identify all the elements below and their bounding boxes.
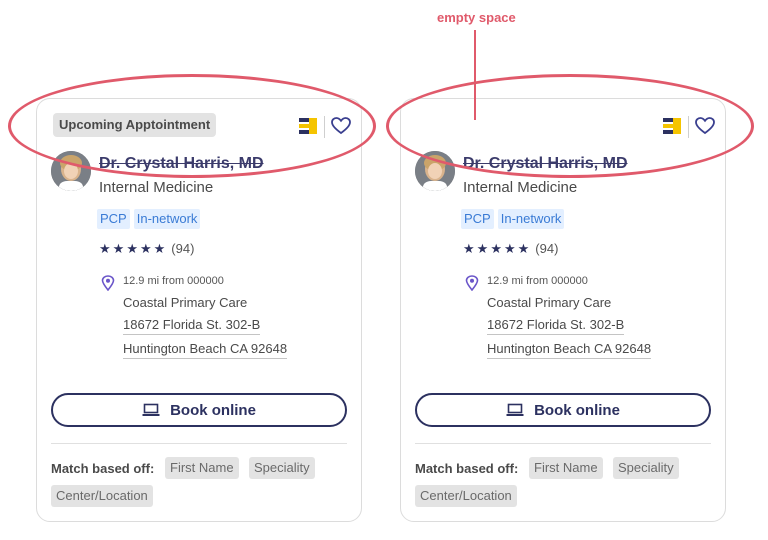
star-icon: ★ [463,240,475,256]
tag-in-network: In-network [133,209,201,229]
specialty: Internal Medicine [99,179,214,196]
pin-icon [101,275,115,291]
address-line1[interactable]: 18672 Florida St. 302-B [123,317,261,335]
match-chip-speciality: Speciality [613,457,679,479]
book-online-button[interactable]: Book online [51,393,347,427]
star-icon: ★ [503,240,516,256]
star-icon: ★ [517,240,530,256]
match-chip-speciality: Speciality [249,457,315,479]
book-online-label: Book online [170,401,256,419]
rating-count: (94) [171,241,195,256]
book-online-label: Book online [534,401,620,419]
match-chip-first-name: First Name [529,457,603,479]
star-icon: ★ [112,240,125,256]
laptop-icon [506,403,524,416]
tag-pcp: PCP [97,209,130,229]
tags: PCP In-network [97,209,201,229]
laptop-icon [142,403,160,416]
match-chip-first-name: First Name [165,457,239,479]
star-icon: ★ [153,240,166,256]
card-divider [415,443,711,444]
highlight-ellipse-left [8,74,376,178]
address-line2[interactable]: Huntington Beach CA 92648 [123,341,288,359]
star-icon: ★ [99,240,111,256]
distance: 12.9 mi from 000000 [487,275,588,287]
practice-name: Coastal Primary Care [487,295,612,310]
practice-name: Coastal Primary Care [123,295,248,310]
card-divider [51,443,347,444]
star-icon: ★ [126,240,138,256]
tags: PCP In-network [461,209,565,229]
rating: ★ ★ ★ ★ ★ (94) [463,241,558,256]
specialty: Internal Medicine [463,179,578,196]
match-chip-center-location: Center/Location [51,485,153,507]
star-icon: ★ [490,240,502,256]
star-icon: ★ [476,240,489,256]
rating: ★ ★ ★ ★ ★ (94) [99,241,194,256]
pin-icon [465,275,479,291]
star-icon: ★ [139,240,152,256]
tag-pcp: PCP [461,209,494,229]
empty-space-annotation: empty space [437,10,516,25]
address-line1[interactable]: 18672 Florida St. 302-B [487,317,625,335]
distance: 12.9 mi from 000000 [123,275,224,287]
highlight-ellipse-right [386,74,754,178]
rating-count: (94) [535,241,559,256]
annotation-pointer [474,30,476,120]
book-online-button[interactable]: Book online [415,393,711,427]
match-label: Match based off: [415,461,519,476]
address-line2[interactable]: Huntington Beach CA 92648 [487,341,652,359]
match-chip-center-location: Center/Location [415,485,517,507]
tag-in-network: In-network [497,209,565,229]
match-label: Match based off: [51,461,155,476]
